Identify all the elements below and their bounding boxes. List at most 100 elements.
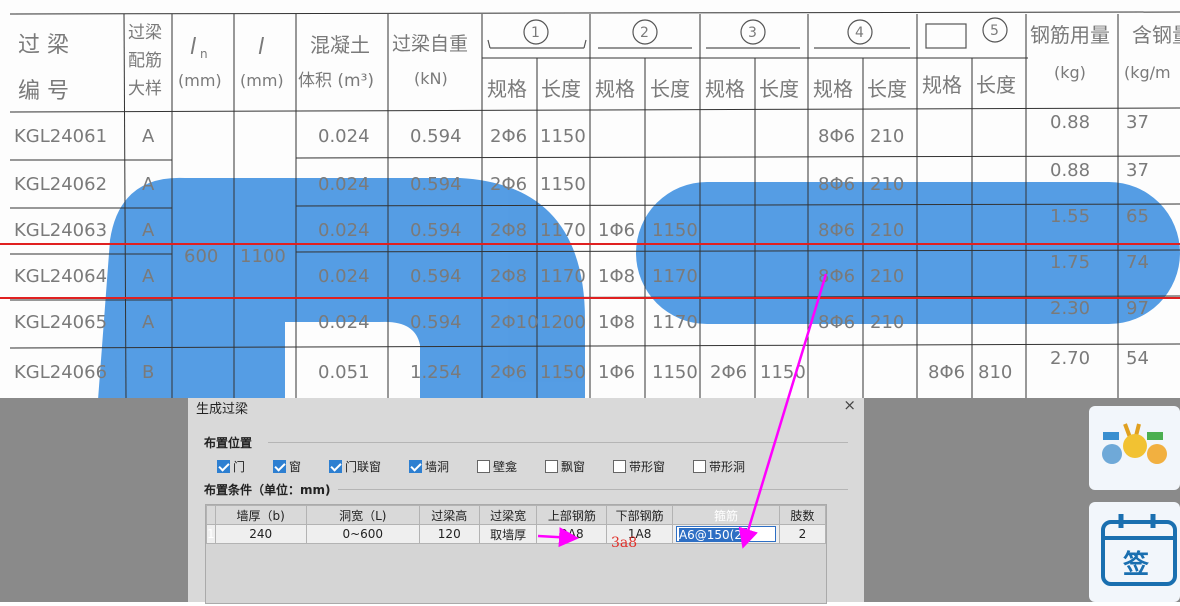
svg-text:规格: 规格 [705, 77, 745, 101]
table-cell-detail: A [142, 312, 155, 333]
table-cell-b4l: 210 [870, 266, 904, 287]
col-top-rebar[interactable]: 上部钢筋 [536, 505, 608, 525]
table-cell-b4l: 210 [870, 174, 904, 195]
table-svg: 过 梁 编 号 过梁 配筋 大样 l n (mm) l (mm) 混凝土 体积 … [0, 11, 1180, 398]
cell-wall-thickness[interactable]: 240 [214, 524, 307, 544]
bar-num-1: 1 [531, 25, 540, 41]
col-bottom-rebar[interactable]: 下部钢筋 [606, 505, 674, 525]
table-cell-b1s: 2Φ10 [490, 312, 539, 333]
header-concrete: 混凝土 [310, 33, 370, 57]
dialog-title: 生成过梁 [196, 402, 249, 417]
divider [268, 442, 848, 443]
table-cell-code: KGL24066 [14, 362, 107, 383]
svg-text:规格: 规格 [595, 77, 635, 101]
table-cell-b1s: 2Φ8 [490, 266, 527, 287]
table-cell-b2s: 1Φ8 [598, 266, 635, 287]
header-ratio: 含钢量 [1132, 23, 1180, 47]
cell-legs[interactable]: 2 [778, 524, 827, 544]
checkbox-door[interactable]: 门 [217, 458, 245, 474]
table-cell-ratio: 74 [1126, 252, 1149, 273]
header-detail-3: 大样 [128, 79, 162, 99]
checkbox-strip-window[interactable]: 带形窗 [613, 458, 665, 474]
table-cell-weight: 0.594 [410, 312, 462, 333]
header-detail-2: 配筋 [128, 51, 162, 71]
table-cell-b3s: 2Φ6 [710, 362, 747, 383]
bar-num-2: 2 [640, 25, 649, 41]
table-cell-steel: 0.88 [1050, 112, 1090, 133]
header-ln-unit: (mm) [178, 71, 222, 90]
header-ln: l [190, 35, 196, 60]
table-cell-weight: 0.594 [410, 220, 462, 241]
table-cell-steel: 2.30 [1050, 298, 1090, 319]
header-code-1: 过 梁 [18, 33, 69, 58]
checkbox-bay-window[interactable]: 飘窗 [545, 458, 585, 474]
table-cell-b1s: 2Φ8 [490, 220, 527, 241]
table-cell-b4s: 8Φ6 [818, 126, 855, 147]
cell-top-rebar[interactable]: 2A8 [536, 524, 608, 544]
close-icon[interactable]: × [843, 396, 856, 414]
table-cell-b4s: 8Φ6 [818, 266, 855, 287]
table-cell-b1l: 1150 [540, 174, 586, 195]
table-cell-code: KGL24065 [14, 312, 107, 333]
table-cell-code: KGL24061 [14, 126, 107, 147]
merged-l-value: 1100 [240, 246, 286, 267]
header-l-unit: (mm) [240, 71, 284, 90]
table-cell-b1s: 2Φ6 [490, 362, 527, 383]
checkbox-niche[interactable]: 壁龛 [477, 458, 517, 474]
checkbox-wall-opening[interactable]: 墙洞 [409, 458, 449, 474]
col-opening-width[interactable]: 洞宽（L) [305, 505, 420, 525]
divider [338, 489, 848, 490]
svg-text:长度: 长度 [867, 77, 907, 101]
stirrup-input[interactable]: A6@150(2) [675, 526, 776, 542]
table-cell-steel: 2.70 [1050, 348, 1090, 369]
table-cell-b1l: 1170 [540, 266, 586, 287]
header-ratio-unit: (kg/m [1124, 63, 1171, 82]
row-number[interactable]: 1 [206, 524, 216, 544]
col-legs[interactable]: 肢数 [778, 505, 827, 525]
table-cell-steel: 1.75 [1050, 252, 1090, 273]
handwritten-annotation: 3a8 [611, 535, 638, 551]
cell-opening-width[interactable]: 0~600 [305, 524, 420, 544]
table-cell-vol: 0.051 [318, 362, 370, 383]
checkbox-strip-opening[interactable]: 带形洞 [693, 458, 745, 474]
header-selfweight-unit: (kN) [414, 69, 448, 88]
cell-lintel-width[interactable]: 取墙厚 [478, 524, 538, 544]
table-cell-detail: A [142, 266, 155, 287]
table-cell-b3l: 1150 [760, 362, 806, 383]
table-cell-b2s: 1Φ6 [598, 362, 635, 383]
col-lintel-height[interactable]: 过梁高 [418, 505, 480, 525]
table-cell-b2l: 1150 [652, 220, 698, 241]
table-cell-ratio: 37 [1126, 160, 1149, 181]
col-wall-thickness[interactable]: 墙厚（b) [214, 505, 307, 525]
table-cell-weight: 0.594 [410, 266, 462, 287]
table-cell-b4s: 8Φ6 [818, 220, 855, 241]
table-cell-vol: 0.024 [318, 220, 370, 241]
table-cell-b2s: 1Φ6 [598, 220, 635, 241]
checkbox-door-window[interactable]: 门联窗 [329, 458, 381, 474]
table-cell-b1l: 1150 [540, 362, 586, 383]
table-cell-b2l: 1170 [652, 312, 698, 333]
col-lintel-width[interactable]: 过梁宽 [478, 505, 538, 525]
table-cell-detail: A [142, 174, 155, 195]
table-cell-weight: 0.594 [410, 174, 462, 195]
medal-card[interactable] [1089, 406, 1180, 490]
table-cell-b4l: 210 [870, 312, 904, 333]
table-cell-b4s: 8Φ6 [818, 312, 855, 333]
col-stirrup[interactable]: 箍筋 [672, 505, 780, 525]
cell-lintel-height[interactable]: 120 [418, 524, 480, 544]
table-cell-ratio: 65 [1126, 206, 1149, 227]
condition-group-label: 布置条件（单位：mm) [204, 483, 331, 497]
bar-num-5: 5 [990, 23, 999, 39]
header-code-2: 编 号 [18, 79, 69, 104]
svg-text:规格: 规格 [922, 73, 962, 97]
cell-stirrup[interactable]: A6@150(2) [672, 524, 780, 544]
checkbox-window[interactable]: 窗 [273, 458, 301, 474]
table-cell-vol: 0.024 [318, 126, 370, 147]
header-steel-unit: (kg) [1054, 63, 1086, 82]
svg-text:长度: 长度 [650, 77, 690, 101]
table-cell-b1s: 2Φ6 [490, 174, 527, 195]
sign-in-card[interactable]: 签 [1089, 502, 1180, 602]
table-cell-b4l: 210 [870, 126, 904, 147]
table-cell-b2s: 1Φ8 [598, 312, 635, 333]
table-cell-code: KGL24064 [14, 266, 107, 287]
